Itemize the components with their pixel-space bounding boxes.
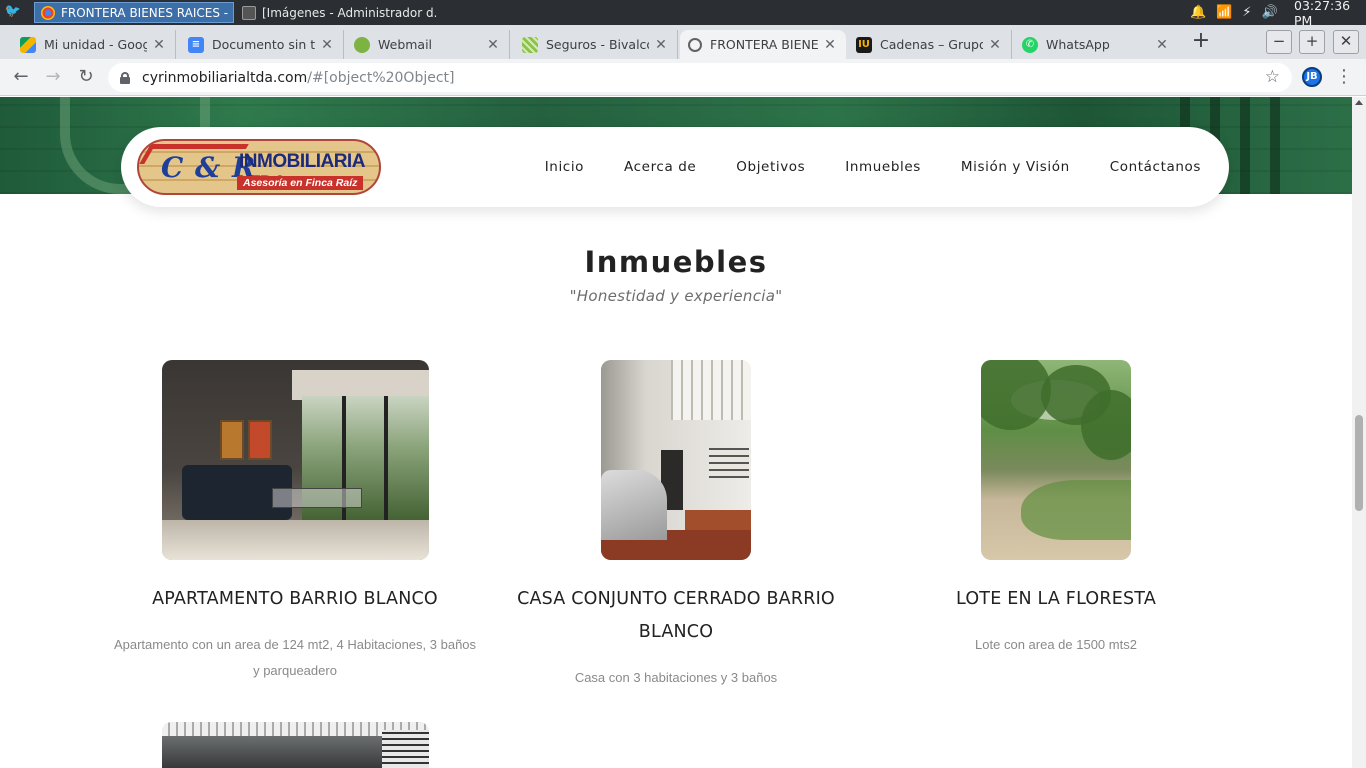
photo-detail bbox=[162, 520, 429, 560]
photo-detail bbox=[1021, 480, 1131, 540]
tab-label: Cadenas – Grupo I bbox=[880, 37, 983, 52]
tab-webmail[interactable]: Webmail ✕ bbox=[346, 30, 510, 59]
tab-google-drive[interactable]: Mi unidad - Google ✕ bbox=[12, 30, 176, 59]
tab-whatsapp[interactable]: ✆ WhatsApp ✕ bbox=[1014, 30, 1178, 59]
site-header: C & R INMOBILIARIA LTDA. Asesoría en Fin… bbox=[121, 127, 1229, 207]
scroll-thumb[interactable] bbox=[1355, 415, 1363, 511]
chrome-icon bbox=[41, 5, 55, 20]
section-title: Inmuebles bbox=[584, 245, 768, 279]
reload-icon[interactable]: ↻ bbox=[73, 65, 99, 91]
nav-contactanos[interactable]: Contáctanos bbox=[1110, 159, 1201, 175]
google-drive-icon bbox=[20, 36, 36, 53]
page-scrollbar[interactable] bbox=[1352, 97, 1366, 768]
close-icon[interactable]: ✕ bbox=[151, 37, 167, 53]
system-tray: 🔔 📶 ⚡ 🔊 bbox=[1190, 3, 1278, 22]
tab-cadenas[interactable]: IU Cadenas – Grupo I ✕ bbox=[848, 30, 1012, 59]
url-path: /#[object%20Object] bbox=[307, 69, 455, 86]
profile-avatar[interactable]: JB bbox=[1302, 67, 1322, 87]
close-icon[interactable]: ✕ bbox=[653, 37, 669, 53]
tab-label: FRONTERA BIENES RAI bbox=[710, 37, 818, 52]
bivalco-icon bbox=[522, 36, 538, 53]
scroll-up-arrow-icon[interactable] bbox=[1355, 100, 1363, 105]
new-tab-button[interactable]: + bbox=[1188, 30, 1214, 54]
photo-detail bbox=[382, 730, 429, 768]
listing-title[interactable]: APARTAMENTO BARRIO BLANCO bbox=[110, 583, 480, 616]
minimize-button[interactable]: − bbox=[1266, 30, 1292, 54]
site-logo[interactable]: C & R INMOBILIARIA LTDA. Asesoría en Fin… bbox=[137, 139, 381, 195]
whatsapp-icon: ✆ bbox=[1022, 36, 1038, 53]
cadenas-icon: IU bbox=[856, 36, 872, 53]
bookmark-star-icon[interactable]: ☆ bbox=[1265, 67, 1280, 87]
main-nav: Inicio Acerca de Objetivos Inmuebles Mis… bbox=[545, 127, 1201, 207]
globe-icon bbox=[688, 37, 702, 52]
listing-photo-lote[interactable] bbox=[981, 360, 1131, 560]
listing-photo-apartamento[interactable] bbox=[162, 360, 429, 560]
power-icon[interactable]: ⚡ bbox=[1242, 5, 1251, 20]
forward-arrow-icon[interactable]: → bbox=[40, 65, 66, 91]
close-window-button[interactable]: ✕ bbox=[1333, 30, 1359, 54]
photo-detail bbox=[162, 736, 382, 768]
listing-title[interactable]: CASA CONJUNTO CERRADO BARRIO BLANCO bbox=[500, 583, 852, 649]
browser-menu-icon[interactable]: ⋮ bbox=[1334, 65, 1354, 91]
logo-tagline: Asesoría en Finca Raíz bbox=[237, 176, 364, 190]
taskbar-task-label: [Imágenes - Administrador d... bbox=[262, 5, 436, 20]
photo-detail bbox=[248, 420, 272, 460]
tab-label: Mi unidad - Google bbox=[44, 37, 147, 52]
tab-label: WhatsApp bbox=[1046, 37, 1110, 52]
listing-description: Casa con 3 habitaciones y 3 baños bbox=[574, 670, 778, 685]
tab-strip: Mi unidad - Google ✕ ≡ Documento sin tít… bbox=[0, 25, 1366, 59]
tab-bivalco[interactable]: Seguros - Bivalco ✕ bbox=[514, 30, 678, 59]
os-taskbar: 🐦 FRONTERA BIENES RAICES - ... [Imágenes… bbox=[0, 0, 1366, 28]
tab-frontera-active[interactable]: FRONTERA BIENES RAI ✕ bbox=[680, 30, 846, 59]
close-icon[interactable]: ✕ bbox=[319, 37, 335, 53]
listing-photo-partial[interactable] bbox=[162, 722, 429, 768]
taskbar-task-image-manager[interactable]: [Imágenes - Administrador d... bbox=[236, 2, 436, 23]
photo-detail bbox=[1081, 390, 1131, 460]
close-icon[interactable]: ✕ bbox=[1154, 37, 1170, 53]
back-arrow-icon[interactable]: ← bbox=[8, 65, 34, 91]
nav-objetivos[interactable]: Objetivos bbox=[736, 159, 805, 175]
nav-acerca-de[interactable]: Acerca de bbox=[624, 159, 696, 175]
tab-label: Seguros - Bivalco bbox=[546, 37, 649, 52]
close-icon[interactable]: ✕ bbox=[822, 37, 838, 53]
taskbar-task-browser[interactable]: FRONTERA BIENES RAICES - ... bbox=[34, 2, 234, 23]
nav-inmuebles[interactable]: Inmuebles bbox=[845, 159, 921, 175]
url-host: cyrinmobiliarialtda.com bbox=[142, 69, 308, 86]
photo-detail bbox=[709, 448, 749, 478]
notification-bell-icon[interactable]: 🔔 bbox=[1190, 5, 1206, 20]
close-icon[interactable]: ✕ bbox=[485, 37, 501, 53]
volume-icon[interactable]: 🔊 bbox=[1262, 5, 1278, 20]
webmail-icon bbox=[354, 36, 370, 53]
photo-detail bbox=[384, 396, 388, 526]
window-icon bbox=[242, 5, 256, 20]
browser-toolbar: ← → ↻ cyrinmobiliarialtda.com/#[object%2… bbox=[0, 59, 1366, 96]
photo-detail bbox=[671, 360, 751, 420]
nav-inicio[interactable]: Inicio bbox=[545, 159, 584, 175]
photo-detail bbox=[685, 510, 751, 530]
taskbar-task-label: FRONTERA BIENES RAICES - ... bbox=[61, 5, 234, 20]
wifi-icon[interactable]: 📶 bbox=[1216, 5, 1232, 20]
listing-title[interactable]: LOTE EN LA FLORESTA bbox=[870, 583, 1242, 616]
lock-icon[interactable] bbox=[120, 71, 130, 84]
photo-detail bbox=[272, 488, 362, 508]
nav-mision-vision[interactable]: Misión y Visión bbox=[961, 159, 1070, 175]
address-bar[interactable]: cyrinmobiliarialtda.com/#[object%20Objec… bbox=[108, 63, 1292, 92]
tab-google-docs[interactable]: ≡ Documento sin títu ✕ bbox=[180, 30, 344, 59]
section-subtitle: "Honestidad y experiencia" bbox=[569, 287, 783, 305]
listing-description: Apartamento con un area de 124 mt2, 4 Ha… bbox=[113, 637, 477, 678]
listing-description: Lote con area de 1500 mts2 bbox=[975, 637, 1137, 652]
photo-detail bbox=[601, 470, 667, 540]
clock[interactable]: 03:27:36 PM bbox=[1294, 0, 1366, 28]
tab-label: Documento sin títu bbox=[212, 37, 315, 52]
maximize-button[interactable]: + bbox=[1299, 30, 1325, 54]
close-icon[interactable]: ✕ bbox=[987, 37, 1003, 53]
photo-detail bbox=[220, 420, 244, 460]
start-menu-icon[interactable]: 🐦 bbox=[4, 4, 22, 21]
listing-photo-casa[interactable] bbox=[601, 360, 751, 560]
page-viewport: C & R INMOBILIARIA LTDA. Asesoría en Fin… bbox=[0, 97, 1352, 768]
tab-label: Webmail bbox=[378, 37, 433, 52]
google-docs-icon: ≡ bbox=[188, 36, 204, 53]
